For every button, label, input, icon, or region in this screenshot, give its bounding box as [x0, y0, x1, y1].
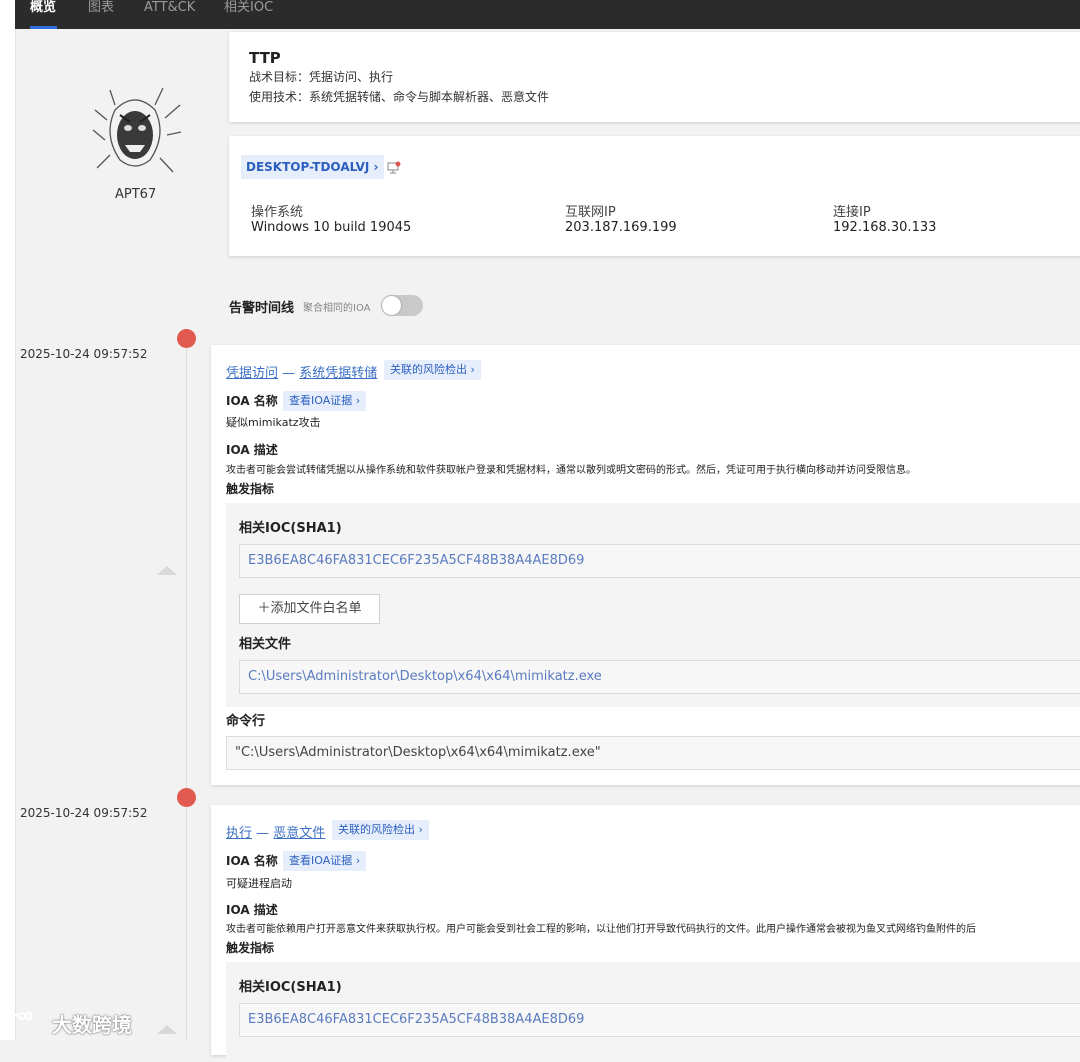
ioa-desc-value: 攻击者可能会尝试转储凭据以从操作系统和软件获取帐户登录和凭据材料，通常以散列或明… — [226, 465, 916, 476]
dash: — — [282, 366, 296, 381]
alert-time: 2025-10-24 09:57:52 — [20, 347, 148, 361]
ioc-sha1-field[interactable]: E3B6EA8C46FA831CEC6F235A5CF48B38A4AE8D69 — [239, 544, 1080, 578]
add-whitelist-button[interactable]: ＋添加文件白名单 — [239, 594, 380, 624]
ioa-name-label: IOA 名称 — [226, 394, 278, 408]
tactic-link[interactable]: 凭据访问 — [226, 366, 278, 381]
ttp-techniques-value: 系统凭据转储、命令与脚本解析器、恶意文件 — [309, 90, 550, 104]
ttp-techniques-label: 使用技术： — [249, 90, 310, 104]
ioa-name-label: IOA 名称 — [226, 854, 278, 868]
ttp-techniques: 使用技术：系统凭据转储、命令与脚本解析器、恶意文件 — [249, 88, 549, 105]
alert-card: 凭据访问 — 系统凭据转储 关联的风险检出 › IOA 名称 查看IOA证据 ›… — [211, 345, 1080, 785]
os-value: Windows 10 build 19045 — [251, 220, 412, 235]
timeline-line — [186, 345, 187, 1040]
toggle-knob — [382, 296, 401, 315]
active-tab-indicator — [30, 26, 57, 29]
timeline-title: 告警时间线 — [229, 301, 295, 316]
ioa-name-value: 疑似mimikatz攻击 — [226, 416, 321, 429]
alert-card: 执行 — 恶意文件 关联的风险检出 › IOA 名称 查看IOA证据 › 可疑进… — [211, 805, 1080, 1062]
ioc-label: 相关IOC(SHA1) — [239, 521, 342, 536]
os-label: 操作系统 — [251, 205, 304, 220]
ioa-name-value: 可疑进程启动 — [226, 877, 292, 890]
file-path-field[interactable]: C:\Users\Administrator\Desktop\x64\x64\m… — [239, 660, 1080, 694]
trigger-label: 触发指标 — [226, 941, 275, 955]
left-edge-bar — [0, 0, 16, 1040]
top-nav: 概览 图表 ATT&CK 相关IOC — [15, 0, 1080, 29]
view-ioa-evidence-button[interactable]: 查看IOA证据 › — [283, 851, 367, 871]
tab-charts[interactable]: 图表 — [88, 0, 114, 29]
related-risk-button[interactable]: 关联的风险检出 › — [332, 820, 429, 840]
alert-heading: 执行 — 恶意文件 — [226, 822, 325, 841]
dash: — — [256, 826, 270, 841]
ioc-label: 相关IOC(SHA1) — [239, 980, 342, 995]
technique-link[interactable]: 系统凭据转储 — [299, 366, 377, 381]
watermark-logo-icon — [8, 1008, 34, 1032]
related-risk-button[interactable]: 关联的风险检出 › — [384, 360, 481, 380]
connect-ip-value: 192.168.30.133 — [833, 220, 937, 235]
ttp-title: TTP — [249, 49, 281, 67]
watermark-text: 大数跨境 — [52, 1013, 132, 1037]
ttp-card: TTP 战术目标：凭据访问、执行 使用技术：系统凭据转储、命令与脚本解析器、恶意… — [229, 32, 1080, 122]
ttp-tactics-label: 战术目标： — [249, 70, 310, 84]
actor-name: APT67 — [115, 187, 157, 202]
alert-dot — [177, 329, 196, 348]
aggregate-ioa-toggle[interactable] — [381, 295, 423, 316]
trigger-label: 触发指标 — [226, 482, 275, 496]
ttp-tactics: 战术目标：凭据访问、执行 — [249, 68, 393, 85]
chevron-right-icon: › — [373, 160, 379, 174]
alert-time: 2025-10-24 09:57:52 — [20, 806, 148, 820]
view-ioa-evidence-button[interactable]: 查看IOA证据 › — [283, 391, 367, 411]
connect-ip-label: 连接IP — [833, 205, 871, 220]
monitor-alert-icon[interactable] — [387, 160, 401, 174]
cmdline-field[interactable]: "C:\Users\Administrator\Desktop\x64\x64\… — [226, 736, 1080, 770]
ioa-desc-value: 攻击者可能依赖用户打开恶意文件来获取执行权。用户可能会受到社会工程的影响，以让他… — [226, 924, 976, 935]
trigger-indicator-box: 相关IOC(SHA1) E3B6EA8C46FA831CEC6F235A5CF4… — [226, 962, 1080, 1062]
actor-avatar — [85, 80, 185, 180]
host-card: DESKTOP-TDOALVJ › 操作系统 Windows 10 build … — [229, 136, 1080, 256]
trigger-indicator-box: 相关IOC(SHA1) E3B6EA8C46FA831CEC6F235A5CF4… — [226, 503, 1080, 707]
ioa-desc-label: IOA 描述 — [226, 443, 278, 457]
host-link[interactable]: DESKTOP-TDOALVJ › — [241, 155, 384, 179]
internet-ip-value: 203.187.169.199 — [565, 220, 677, 235]
tab-related-ioc[interactable]: 相关IOC — [224, 0, 273, 29]
ttp-tactics-value: 凭据访问、执行 — [309, 70, 394, 84]
host-name: DESKTOP-TDOALVJ — [246, 160, 370, 174]
technique-link[interactable]: 恶意文件 — [273, 826, 325, 841]
tab-attck[interactable]: ATT&CK — [144, 0, 195, 29]
ioa-desc-label: IOA 描述 — [226, 903, 278, 917]
alert-dot — [177, 788, 196, 807]
internet-ip-label: 互联网IP — [565, 205, 616, 220]
alert-heading: 凭据访问 — 系统凭据转储 — [226, 362, 377, 381]
collapse-arrow-icon[interactable] — [157, 1025, 177, 1034]
collapse-arrow-icon[interactable] — [157, 566, 177, 575]
ioc-sha1-field[interactable]: E3B6EA8C46FA831CEC6F235A5CF48B38A4AE8D69 — [239, 1003, 1080, 1037]
tactic-link[interactable]: 执行 — [226, 826, 252, 841]
aggregate-ioa-label: 聚合相同的IOA — [303, 303, 371, 314]
tab-overview[interactable]: 概览 — [30, 0, 56, 29]
cmd-label: 命令行 — [226, 714, 266, 729]
file-label: 相关文件 — [239, 637, 292, 652]
